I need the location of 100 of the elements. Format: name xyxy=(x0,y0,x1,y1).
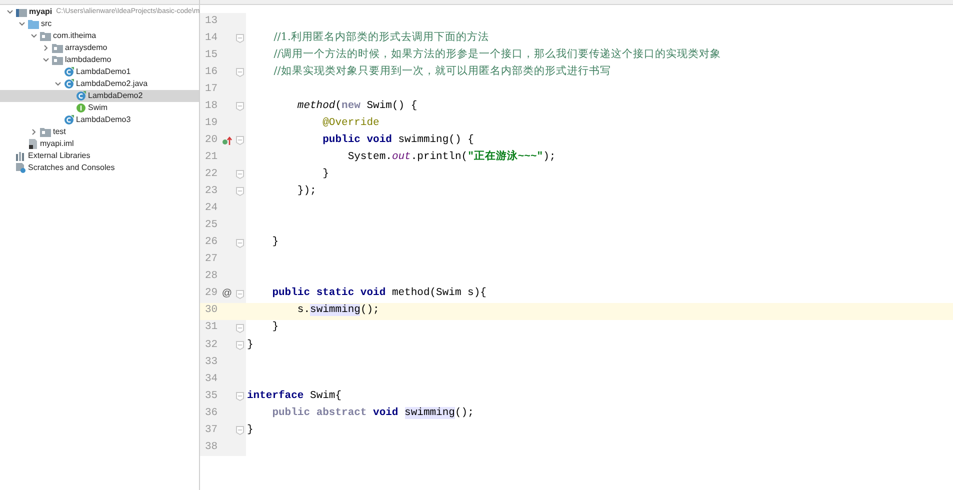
tree-item-label: myapi xyxy=(29,6,52,18)
tree-item-label: LambdaDemo1 xyxy=(76,66,131,78)
code-line: public abstract void swimming(); xyxy=(271,406,474,421)
tree-item-label: lambdademo xyxy=(65,54,112,66)
fold-marker-icon[interactable] xyxy=(236,102,244,112)
fold-marker-icon[interactable] xyxy=(236,34,244,44)
code-line: public static void method(Swim s){ xyxy=(271,286,486,302)
tree-item[interactable]: myapi.iml xyxy=(0,138,199,150)
tree-item-label: Scratches and Consoles xyxy=(28,162,115,174)
tree-item[interactable]: com.itheima xyxy=(0,30,199,42)
tree-item[interactable]: LambdaDemo2 xyxy=(0,90,199,102)
line-number: 38 xyxy=(205,440,219,455)
tree-item[interactable]: src xyxy=(0,18,199,30)
fold-marker-icon[interactable] xyxy=(236,324,244,333)
fold-marker-icon[interactable] xyxy=(236,187,244,196)
folder-icon xyxy=(40,32,51,40)
line-number: 19 xyxy=(205,116,219,131)
tree-item-label: myapi.iml xyxy=(40,138,74,150)
expanded-chevron-icon[interactable] xyxy=(19,22,25,26)
collapsed-chevron-icon[interactable] xyxy=(32,129,36,135)
interface-icon xyxy=(76,103,86,113)
fold-marker-icon[interactable] xyxy=(236,290,244,299)
file-icon xyxy=(28,139,38,149)
folder-icon xyxy=(52,44,63,52)
code-line: }); xyxy=(296,184,316,200)
line-number: 17 xyxy=(205,82,219,97)
line-number: 20 xyxy=(205,132,219,148)
code-line: } xyxy=(247,338,254,353)
tree-item[interactable]: External Libraries xyxy=(0,150,199,162)
expanded-chevron-icon[interactable] xyxy=(55,82,61,86)
folder-icon xyxy=(52,56,63,64)
line-number: 28 xyxy=(205,269,219,284)
class-icon xyxy=(64,67,74,77)
class-icon xyxy=(64,79,74,89)
tree-item[interactable]: LambdaDemo2.java xyxy=(0,78,199,90)
code-line: method(new Swim() { xyxy=(296,98,418,114)
tree-item[interactable]: arraysdemo xyxy=(0,42,199,54)
code-line: public void swimming() { xyxy=(322,132,474,148)
tree-item-label: LambdaDemo2.java xyxy=(76,78,148,90)
code-line: //如果实现类对象只要用到一次，就可以用匿名内部类的形式进行书写 xyxy=(272,64,611,80)
tree-item[interactable]: lambdademo xyxy=(0,54,199,66)
tree-item-label: Swim xyxy=(88,102,108,114)
line-number: 16 xyxy=(205,64,219,80)
class-icon xyxy=(64,115,74,125)
fold-marker-icon[interactable] xyxy=(236,170,244,180)
tree-item[interactable]: LambdaDemo1 xyxy=(0,66,199,78)
code-line: interface Swim{ xyxy=(247,388,342,404)
fold-marker-icon[interactable] xyxy=(236,426,244,436)
line-number: 36 xyxy=(205,406,219,421)
expanded-chevron-icon[interactable] xyxy=(43,58,49,62)
line-number: 24 xyxy=(205,201,219,216)
code-line: System.out.println("正在游泳~~~"); xyxy=(346,150,556,166)
line-number: 33 xyxy=(205,354,219,370)
tree-item[interactable]: Swim xyxy=(0,102,199,114)
code-line: } xyxy=(271,320,279,336)
collapsed-chevron-icon[interactable] xyxy=(44,45,48,51)
line-number: 18 xyxy=(205,98,219,114)
line-number: 23 xyxy=(205,184,219,200)
module-folder-icon xyxy=(16,8,27,16)
fold-marker-icon[interactable] xyxy=(236,340,244,350)
tree-item-label: test xyxy=(53,126,66,138)
fold-marker-icon[interactable] xyxy=(236,68,244,78)
line-number: 29 xyxy=(205,286,219,302)
scratch-icon xyxy=(16,163,26,173)
tree-item[interactable]: LambdaDemo3 xyxy=(0,114,199,126)
expanded-chevron-icon[interactable] xyxy=(7,10,13,14)
folder-icon xyxy=(28,20,39,28)
line-number: 13 xyxy=(205,14,219,29)
line-number: 32 xyxy=(205,338,219,353)
override-marker-icon[interactable] xyxy=(222,136,232,146)
code-line: //1.利用匿名内部类的形式去调用下面的方法 xyxy=(272,30,489,46)
library-icon xyxy=(16,152,26,160)
line-number: 34 xyxy=(205,372,219,387)
line-number: 30 xyxy=(205,303,219,318)
fold-marker-icon[interactable] xyxy=(236,136,244,146)
code-line: @Override xyxy=(322,116,380,131)
folder-icon xyxy=(40,128,51,136)
tree-item-label: arraysdemo xyxy=(65,42,108,54)
line-number: 14 xyxy=(205,30,219,46)
code-line: //调用一个方法的时候，如果方法的形参是一个接口，那么我们要传递这个接口的实现类对象 xyxy=(272,47,721,62)
code-line: } xyxy=(247,422,254,438)
code-line: } xyxy=(322,167,329,182)
fold-marker-icon[interactable] xyxy=(236,238,244,248)
expanded-chevron-icon[interactable] xyxy=(31,34,37,38)
fold-marker-icon[interactable] xyxy=(236,392,244,402)
line-number: 37 xyxy=(205,422,219,438)
tree-item[interactable]: test xyxy=(0,126,199,138)
line-number: 27 xyxy=(205,252,219,268)
class-icon xyxy=(76,91,86,101)
line-number: 35 xyxy=(205,388,219,404)
implemented-marker[interactable]: @ xyxy=(222,289,232,300)
tree-item-label: External Libraries xyxy=(28,150,90,162)
tree-item[interactable]: Scratches and Consoles xyxy=(0,162,199,174)
code-line: } xyxy=(271,235,279,250)
line-number: 21 xyxy=(205,150,219,166)
tree-item-label: LambdaDemo2 xyxy=(88,90,143,102)
line-number: 15 xyxy=(205,48,219,63)
line-number: 26 xyxy=(205,235,219,250)
line-number: 31 xyxy=(205,320,219,336)
tree-item-label: src xyxy=(41,18,52,30)
